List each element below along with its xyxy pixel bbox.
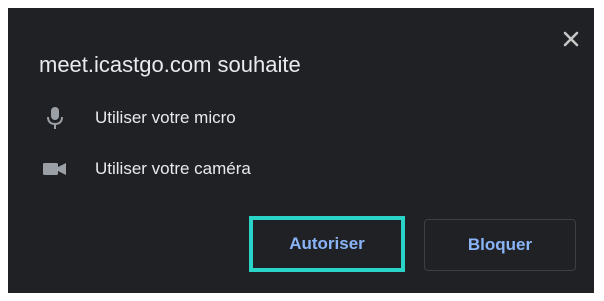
camera-icon xyxy=(42,156,68,182)
permission-item-camera: Utiliser votre caméra xyxy=(42,154,251,184)
dialog-title: meet.icastgo.com souhaite xyxy=(39,52,301,77)
permission-label: Utiliser votre caméra xyxy=(95,159,251,178)
allow-button[interactable]: Autoriser xyxy=(249,216,405,272)
close-button[interactable] xyxy=(556,26,586,56)
block-button[interactable]: Bloquer xyxy=(424,219,576,271)
permission-label: Utiliser votre micro xyxy=(95,108,236,127)
permission-dialog: meet.icastgo.com souhaite Utiliser votre… xyxy=(8,8,594,293)
close-icon xyxy=(562,30,580,53)
microphone-icon xyxy=(42,105,68,131)
permission-item-microphone: Utiliser votre micro xyxy=(42,103,236,133)
